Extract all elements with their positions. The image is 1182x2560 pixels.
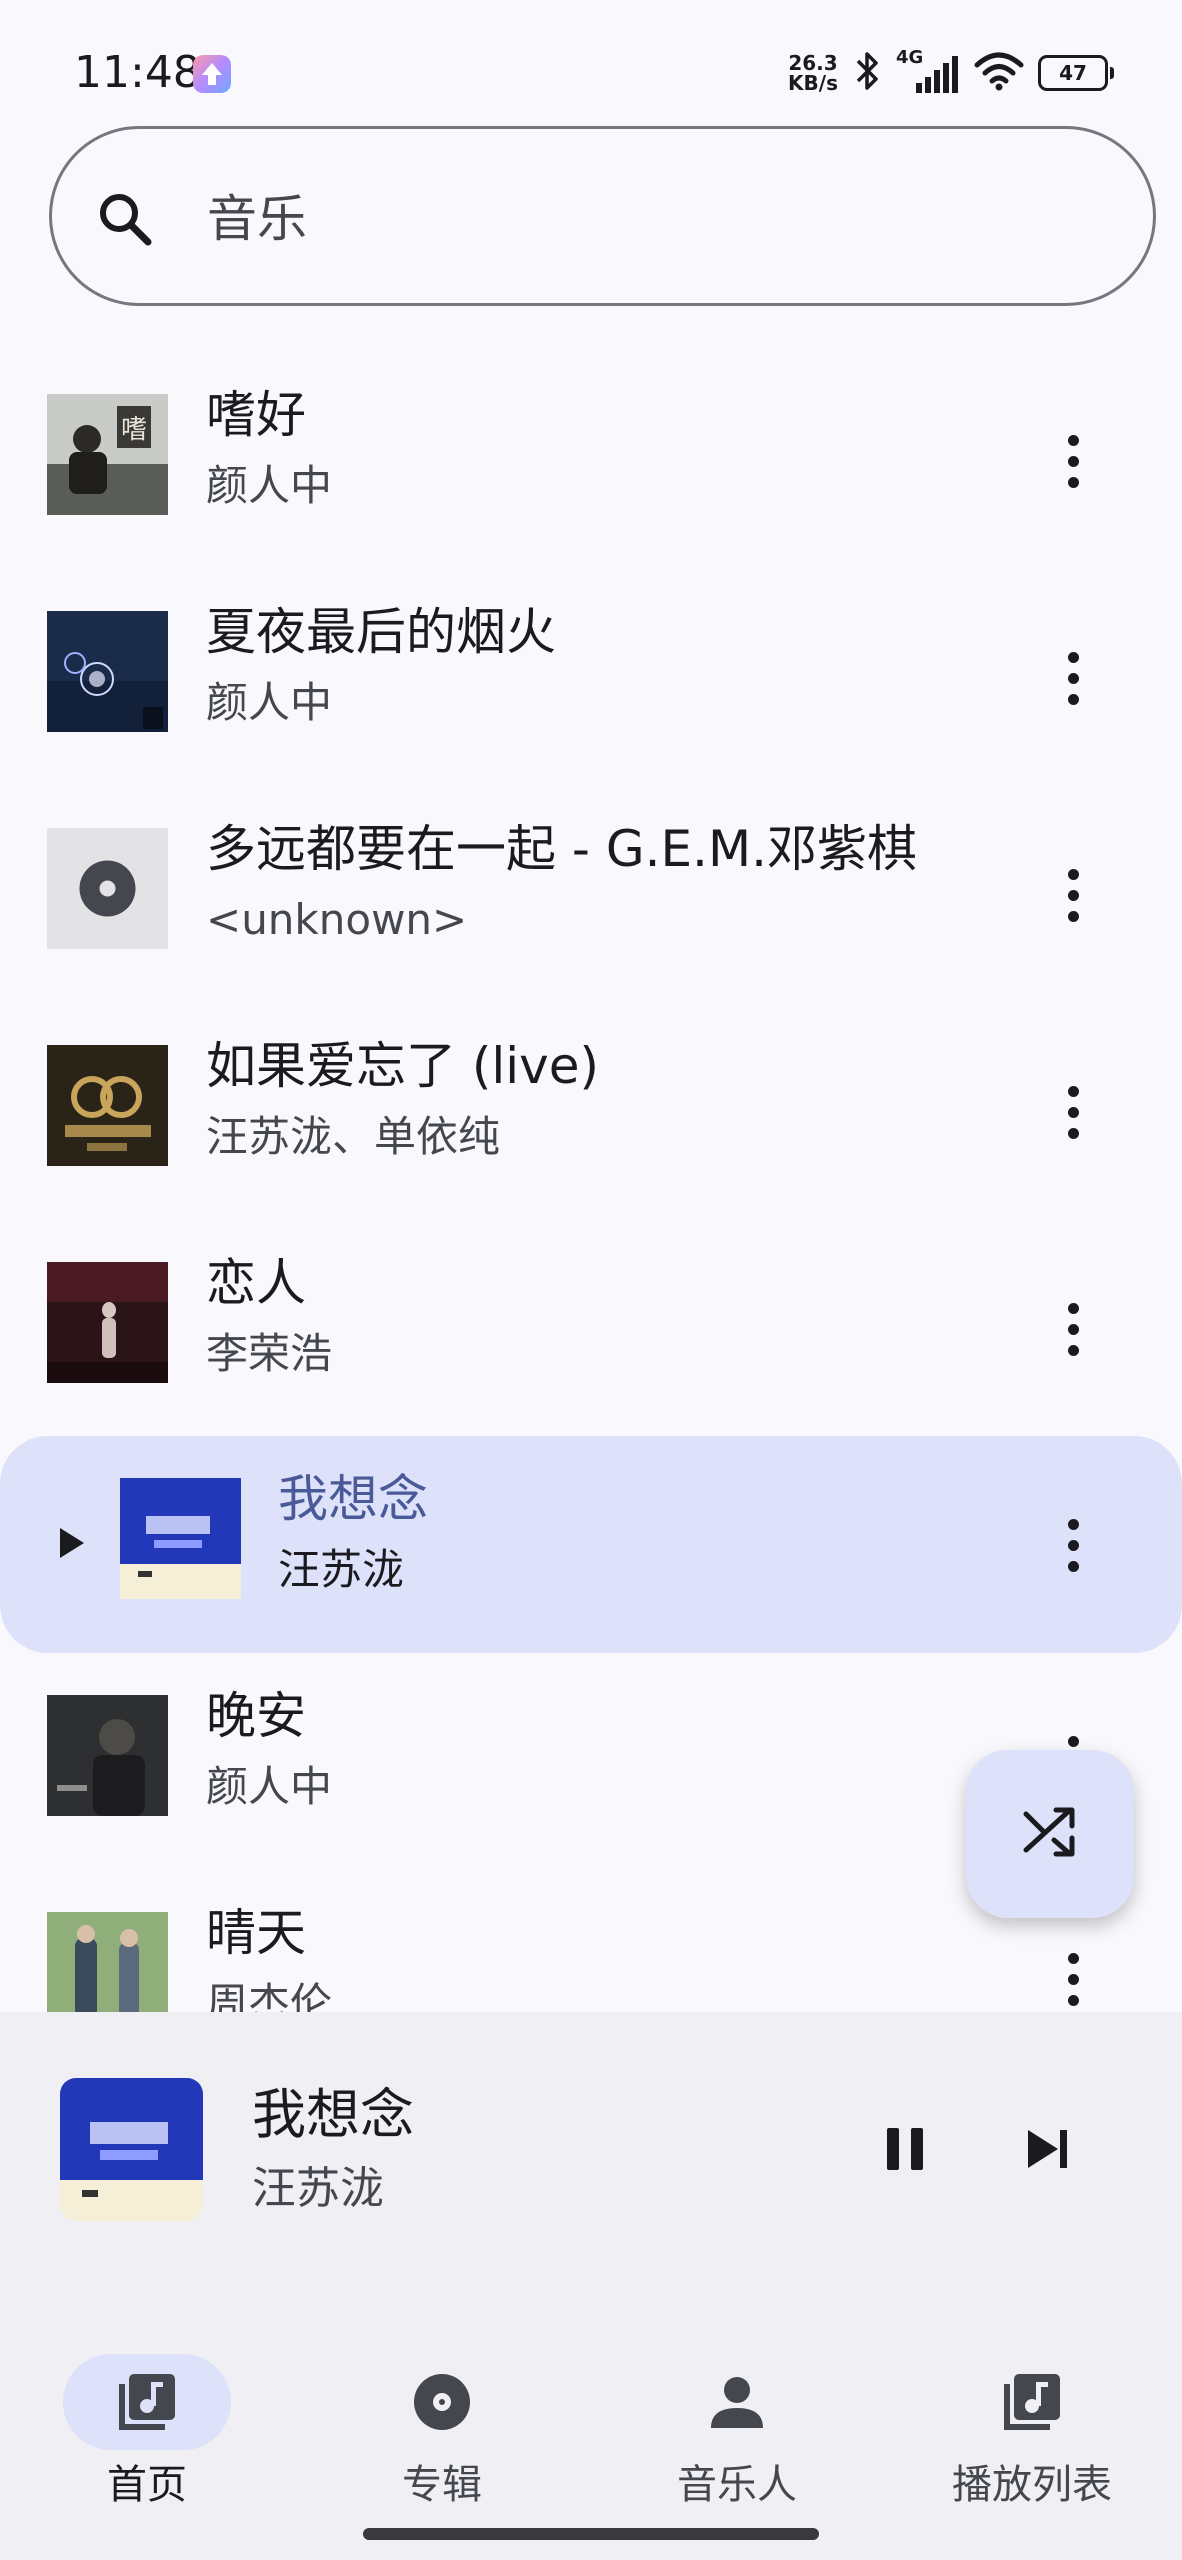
search-icon bbox=[95, 189, 155, 249]
song-row[interactable]: 嗜 嗜好 颜人中 bbox=[0, 352, 1182, 569]
song-row-now-playing[interactable]: 我想念 汪苏泷 bbox=[0, 1436, 1182, 1653]
search-bar[interactable]: 音乐 bbox=[49, 126, 1156, 306]
album-art: 嗜 bbox=[47, 394, 168, 515]
song-artist: 颜人中 bbox=[206, 461, 333, 510]
network-speed: 26.3 KB/s bbox=[788, 53, 838, 93]
pause-icon[interactable] bbox=[880, 2124, 930, 2174]
status-bar: 11:48 26.3 KB/s 4G 47 bbox=[0, 0, 1182, 140]
nav-label: 播放列表 bbox=[952, 2462, 1112, 2508]
album-art bbox=[47, 1262, 168, 1383]
nav-item-playlists[interactable]: 播放列表 bbox=[902, 2332, 1162, 2512]
more-options-icon[interactable] bbox=[1050, 1936, 1096, 2022]
more-options-icon[interactable] bbox=[1050, 852, 1096, 938]
nav-item-artists[interactable]: 音乐人 bbox=[607, 2332, 867, 2512]
more-options-icon[interactable] bbox=[1050, 1502, 1096, 1588]
status-time: 11:48 bbox=[74, 47, 201, 98]
album-art bbox=[120, 1478, 241, 1599]
nav-item-home[interactable]: 首页 bbox=[17, 2332, 277, 2512]
more-options-icon[interactable] bbox=[1050, 1069, 1096, 1155]
song-artist: <unknown> bbox=[206, 895, 468, 944]
app-update-icon bbox=[193, 55, 231, 93]
song-artist: 李荣浩 bbox=[206, 1329, 333, 1378]
song-title: 嗜好 bbox=[206, 386, 306, 444]
mini-player-album-art bbox=[60, 2078, 203, 2221]
bluetooth-icon bbox=[852, 49, 882, 97]
bottom-navigation: 首页 专辑 音乐人 播放列表 bbox=[0, 2312, 1182, 2560]
more-options-icon[interactable] bbox=[1050, 418, 1096, 504]
status-indicators: 26.3 KB/s 4G 47 bbox=[788, 47, 1114, 98]
song-row[interactable]: 恋人 李荣浩 bbox=[0, 1220, 1182, 1437]
skip-next-icon[interactable] bbox=[1022, 2124, 1074, 2174]
svg-text:嗜: 嗜 bbox=[121, 415, 147, 445]
song-title: 晴天 bbox=[206, 1904, 306, 1962]
song-artist: 汪苏泷 bbox=[278, 1545, 405, 1594]
library-music-icon bbox=[115, 2370, 179, 2434]
song-row[interactable]: 多远都要在一起 - G.E.M.邓紫棋 <unknown> bbox=[0, 786, 1182, 1003]
more-options-icon[interactable] bbox=[1050, 635, 1096, 721]
song-title: 我想念 bbox=[278, 1470, 428, 1528]
song-artist: 汪苏泷、单依纯 bbox=[206, 1112, 501, 1161]
more-options-icon[interactable] bbox=[1050, 1286, 1096, 1372]
nav-label: 首页 bbox=[107, 2462, 187, 2508]
playlist-icon bbox=[1000, 2370, 1064, 2434]
song-title: 多远都要在一起 - G.E.M.邓紫棋 bbox=[206, 820, 917, 878]
song-row[interactable]: 夏夜最后的烟火 颜人中 bbox=[0, 569, 1182, 786]
home-indicator[interactable] bbox=[363, 2528, 819, 2540]
nav-label: 专辑 bbox=[402, 2462, 482, 2508]
mini-player-artist: 汪苏泷 bbox=[252, 2163, 384, 2214]
mini-player[interactable]: 我想念 汪苏泷 bbox=[0, 2012, 1182, 2312]
signal-icon: 4G bbox=[896, 47, 960, 95]
battery-icon: 47 bbox=[1038, 55, 1114, 91]
search-query: 音乐 bbox=[207, 190, 307, 248]
song-title: 夏夜最后的烟火 bbox=[206, 603, 556, 661]
song-artist: 颜人中 bbox=[206, 678, 333, 727]
network-speed-unit: KB/s bbox=[788, 71, 838, 95]
song-title: 如果爱忘了 (live) bbox=[206, 1037, 600, 1095]
song-title: 晚安 bbox=[206, 1687, 306, 1745]
battery-level: 47 bbox=[1059, 61, 1087, 85]
album-icon bbox=[410, 2370, 474, 2434]
nav-label: 音乐人 bbox=[677, 2462, 797, 2508]
person-icon bbox=[705, 2370, 769, 2434]
album-art bbox=[47, 1045, 168, 1166]
song-row[interactable]: 如果爱忘了 (live) 汪苏泷、单依纯 bbox=[0, 1003, 1182, 1220]
mini-player-title: 我想念 bbox=[252, 2083, 414, 2146]
album-art bbox=[47, 1695, 168, 1816]
nav-item-albums[interactable]: 专辑 bbox=[312, 2332, 572, 2512]
song-artist: 颜人中 bbox=[206, 1762, 333, 1811]
shuffle-icon bbox=[1020, 1802, 1080, 1866]
wifi-icon bbox=[974, 51, 1024, 95]
shuffle-button[interactable] bbox=[966, 1750, 1134, 1918]
song-title: 恋人 bbox=[206, 1254, 306, 1312]
album-art bbox=[47, 611, 168, 732]
now-playing-icon bbox=[60, 1528, 84, 1558]
disc-placeholder-icon bbox=[47, 828, 168, 949]
network-speed-value: 26.3 bbox=[788, 51, 838, 75]
